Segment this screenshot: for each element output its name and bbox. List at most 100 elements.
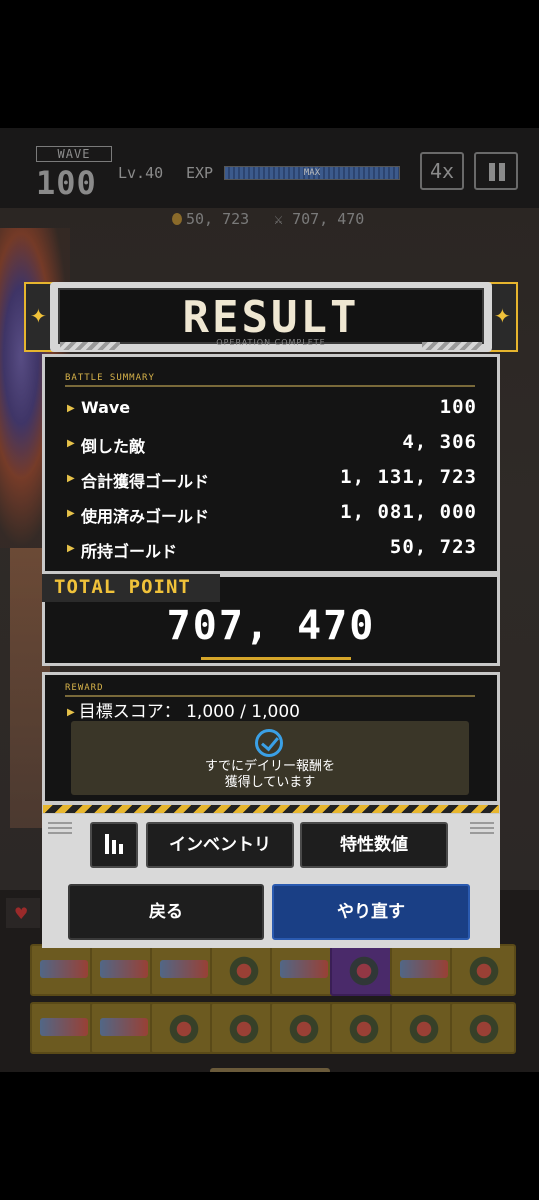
title-stripe bbox=[60, 342, 120, 350]
daily-reward-line1: すでにデイリー報酬を bbox=[204, 759, 336, 774]
hazard-stripe bbox=[42, 804, 500, 814]
stat-value: 4, 306 bbox=[402, 431, 477, 453]
wave-label: WAVE bbox=[36, 146, 112, 162]
inventory-slot[interactable] bbox=[150, 1002, 216, 1054]
total-point-label: TOTAL POINT bbox=[54, 576, 191, 598]
inventory-slot[interactable] bbox=[450, 1002, 516, 1054]
stat-row-total-gold: ▶ 合計獲得ゴールド 1, 131, 723 bbox=[67, 465, 477, 495]
stat-label: 倒した敵 bbox=[81, 437, 146, 456]
grip-decoration bbox=[470, 822, 494, 836]
daily-reward-line2: 獲得しています bbox=[224, 775, 316, 790]
title-stripe bbox=[422, 342, 482, 350]
stat-row-wave: ▶ Wave 100 bbox=[67, 395, 477, 425]
arrow-icon: ▶ bbox=[67, 403, 75, 414]
target-score-text: 目標スコア： 1,000 / 1,000 bbox=[78, 702, 300, 722]
reward-box: REWARD ▶ 目標スコア： 1,000 / 1,000 すでにデイリー報酬を … bbox=[42, 672, 500, 804]
title-wing-right: ✦ bbox=[488, 282, 518, 352]
inventory-slot[interactable] bbox=[90, 1002, 156, 1054]
inventory-slot[interactable] bbox=[210, 1002, 276, 1054]
pause-button[interactable] bbox=[474, 152, 518, 190]
exp-label: EXP bbox=[186, 164, 214, 182]
gun-icon bbox=[160, 960, 208, 978]
inventory-slot[interactable] bbox=[210, 944, 276, 996]
arrow-icon: ▶ bbox=[67, 438, 75, 449]
gun-icon bbox=[40, 960, 88, 978]
exp-max-label: MAX bbox=[303, 168, 321, 178]
stat-label: 合計獲得ゴールド bbox=[81, 472, 210, 491]
stat-row-used-gold: ▶ 使用済みゴールド 1, 081, 000 bbox=[67, 500, 477, 530]
gun-icon bbox=[40, 1018, 88, 1036]
inventory-slot[interactable] bbox=[30, 1002, 96, 1054]
speed-button[interactable]: 4x bbox=[420, 152, 464, 190]
inventory-slot[interactable] bbox=[30, 944, 96, 996]
gun-icon bbox=[100, 1018, 148, 1036]
back-button[interactable]: 戻る bbox=[68, 884, 264, 940]
inventory-slot[interactable] bbox=[450, 944, 516, 996]
stat-label: Wave bbox=[81, 398, 131, 417]
stat-value: 1, 131, 723 bbox=[340, 466, 477, 488]
stat-row-held-gold: ▶ 所持ゴールド 50, 723 bbox=[67, 535, 477, 565]
total-label-bar: TOTAL POINT bbox=[42, 574, 220, 602]
target-score: ▶ 目標スコア： 1,000 / 1,000 bbox=[67, 697, 300, 722]
stats-chart-button[interactable] bbox=[90, 822, 138, 868]
summary-label: BATTLE SUMMARY bbox=[65, 373, 155, 383]
level-text: Lv.40 bbox=[118, 164, 164, 182]
stat-label: 使用済みゴールド bbox=[81, 507, 210, 526]
inventory-slot[interactable] bbox=[90, 944, 156, 996]
bottom-strip bbox=[210, 1068, 330, 1072]
inventory-slot[interactable] bbox=[330, 1002, 396, 1054]
inventory-slot[interactable] bbox=[270, 1002, 336, 1054]
hud-attack-value: 707, 470 bbox=[292, 210, 365, 228]
hud-gold: 50, 723 bbox=[172, 210, 249, 228]
heart-icon: ♥ bbox=[14, 904, 29, 923]
check-icon bbox=[255, 729, 283, 757]
result-panel: ✦ ✦ RESULT OPERATION COMPLETE BATTLE SUM… bbox=[24, 282, 518, 950]
star-icon: ✦ bbox=[30, 304, 47, 328]
daily-reward-message: すでにデイリー報酬を 獲得しています bbox=[71, 759, 469, 791]
grip-decoration bbox=[48, 822, 72, 836]
inventory-slot[interactable] bbox=[150, 944, 216, 996]
total-underline bbox=[201, 657, 351, 660]
wave-number: 100 bbox=[36, 164, 97, 202]
grenade-icon bbox=[166, 1014, 202, 1044]
arrow-icon: ▶ bbox=[67, 707, 75, 718]
inventory-slot[interactable] bbox=[270, 944, 336, 996]
grenade-icon bbox=[406, 1014, 442, 1044]
inventory-slot[interactable] bbox=[390, 1002, 456, 1054]
gun-icon bbox=[280, 960, 328, 978]
grenade-icon bbox=[226, 956, 262, 986]
title-inner: RESULT bbox=[58, 288, 484, 344]
stat-row-enemies: ▶ 倒した敵 4, 306 bbox=[67, 430, 477, 460]
pause-icon-bar bbox=[499, 163, 505, 181]
daily-reward-notice: すでにデイリー報酬を 獲得しています bbox=[71, 721, 469, 795]
grenade-icon bbox=[466, 956, 502, 986]
retry-button[interactable]: やり直す bbox=[272, 884, 470, 940]
stat-value: 100 bbox=[439, 396, 477, 418]
grenade-icon bbox=[346, 956, 382, 986]
bar-chart-icon-bar bbox=[112, 840, 116, 854]
hud-gold-value: 50, 723 bbox=[186, 210, 250, 228]
reward-label: REWARD bbox=[65, 683, 104, 693]
pause-icon bbox=[489, 163, 495, 181]
grenade-icon bbox=[346, 1014, 382, 1044]
coin-icon bbox=[172, 213, 182, 225]
grenade-icon bbox=[466, 1014, 502, 1044]
bar-chart-icon bbox=[105, 834, 109, 854]
sword-icon: ⚔ bbox=[274, 210, 293, 228]
battle-summary: BATTLE SUMMARY ▶ Wave 100 ▶ 倒した敵 4, 306 … bbox=[42, 354, 500, 574]
inventory-slot[interactable] bbox=[330, 944, 396, 996]
total-point-box: TOTAL POINT 707, 470 bbox=[42, 574, 500, 666]
summary-divider bbox=[65, 385, 475, 387]
inventory-button[interactable]: インベントリ bbox=[146, 822, 294, 868]
grenade-icon bbox=[226, 1014, 262, 1044]
arrow-icon: ▶ bbox=[67, 508, 75, 519]
gun-icon bbox=[400, 960, 448, 978]
gun-icon bbox=[100, 960, 148, 978]
hud-attack: ⚔ 707, 470 bbox=[274, 210, 364, 228]
total-point-value: 707, 470 bbox=[166, 603, 376, 649]
arrow-icon: ▶ bbox=[67, 543, 75, 554]
traits-button[interactable]: 特性数値 bbox=[300, 822, 448, 868]
inventory-slot[interactable] bbox=[390, 944, 456, 996]
title-frame: RESULT OPERATION COMPLETE bbox=[50, 282, 492, 352]
arrow-icon: ▶ bbox=[67, 473, 75, 484]
